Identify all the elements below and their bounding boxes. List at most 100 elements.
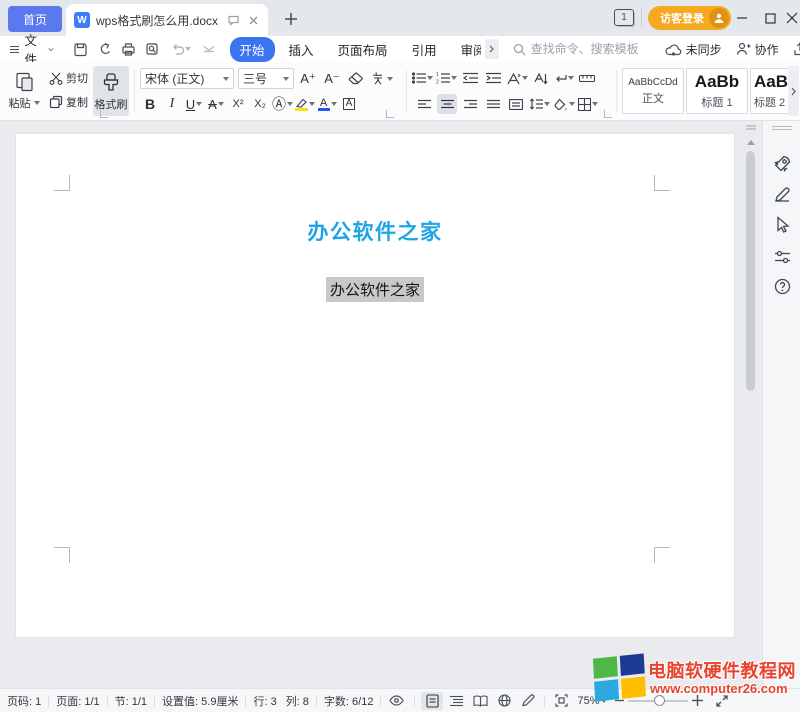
- command-search[interactable]: [513, 42, 659, 56]
- select-tool-button[interactable]: [773, 215, 792, 234]
- file-menu-button[interactable]: 文件: [0, 36, 62, 62]
- zoom-caret-icon[interactable]: [601, 699, 607, 703]
- zoom-slider[interactable]: [628, 700, 688, 702]
- underline-button[interactable]: U: [184, 94, 204, 114]
- increase-indent-button[interactable]: [483, 68, 503, 88]
- scroll-up-button[interactable]: [743, 135, 758, 149]
- clear-format-button[interactable]: [346, 69, 366, 89]
- document-canvas[interactable]: 办公软件之家 办公软件之家: [0, 121, 800, 688]
- cut-button[interactable]: 剪切: [46, 69, 91, 87]
- superscript-button[interactable]: X²: [228, 94, 248, 114]
- save-button[interactable]: [70, 39, 92, 59]
- shading-button[interactable]: [553, 94, 575, 114]
- status-page-count[interactable]: 页面: 1/1: [49, 693, 106, 709]
- distribute-button[interactable]: [506, 94, 526, 114]
- styles-gallery-more-button[interactable]: [788, 66, 799, 116]
- selected-text[interactable]: 办公软件之家: [326, 277, 424, 302]
- document-page[interactable]: 办公软件之家 办公软件之家: [16, 134, 734, 637]
- help-button[interactable]: [773, 277, 792, 296]
- fullscreen-button[interactable]: [711, 692, 733, 710]
- close-window-button[interactable]: [784, 4, 800, 32]
- minimize-button[interactable]: [728, 4, 756, 32]
- command-search-input[interactable]: [531, 42, 659, 56]
- line-spacing-button[interactable]: [529, 94, 550, 114]
- numbered-list-button[interactable]: 12: [436, 68, 457, 88]
- style-heading1[interactable]: AaBb 标题 1: [686, 68, 748, 114]
- sidebar-handle[interactable]: [772, 126, 792, 130]
- tab-comment-icon[interactable]: [226, 13, 240, 27]
- new-tab-button[interactable]: [280, 8, 302, 30]
- strikethrough-button[interactable]: A: [206, 94, 226, 114]
- window-count-badge[interactable]: 1: [614, 9, 634, 26]
- eye-protection-button[interactable]: [385, 692, 407, 710]
- export-pdf-button[interactable]: [94, 39, 116, 59]
- justify-button[interactable]: [483, 94, 503, 114]
- style-heading2[interactable]: AaBb 标题 2: [750, 68, 792, 114]
- italic-button[interactable]: I: [162, 94, 182, 114]
- text-effects-button[interactable]: [506, 68, 528, 88]
- copy-button[interactable]: 复制: [46, 93, 91, 111]
- bullet-list-button[interactable]: [412, 68, 433, 88]
- clipboard-dialog-launcher[interactable]: [100, 110, 108, 118]
- paragraph-dialog-launcher[interactable]: [604, 110, 612, 118]
- align-center-button[interactable]: [437, 94, 457, 114]
- status-word-count[interactable]: 字数: 6/12: [317, 693, 381, 709]
- grow-font-button[interactable]: A⁺: [298, 69, 318, 89]
- phonetic-guide-button[interactable]: [370, 69, 393, 89]
- tab-home[interactable]: 开始: [230, 37, 275, 62]
- tab-insert[interactable]: 插入: [279, 37, 324, 62]
- zoom-level-value[interactable]: 75%: [573, 695, 601, 707]
- print-button[interactable]: [118, 39, 140, 59]
- font-size-combo[interactable]: 三号: [238, 68, 294, 89]
- ruler-button[interactable]: [577, 68, 597, 88]
- maximize-button[interactable]: [756, 4, 784, 32]
- guest-login-button[interactable]: 访客登录: [648, 6, 731, 30]
- tab-close-icon[interactable]: [246, 13, 260, 27]
- format-painter-button[interactable]: 格式刷: [93, 66, 129, 116]
- read-view-button[interactable]: [469, 692, 491, 710]
- wrap-marks-button[interactable]: [554, 68, 574, 88]
- ink-view-button[interactable]: [517, 692, 539, 710]
- settings-button[interactable]: [773, 247, 792, 266]
- document-tab[interactable]: W wps格式刷怎么用.docx: [66, 4, 268, 36]
- paste-button[interactable]: 粘贴: [6, 66, 42, 116]
- ruler-toggle-button[interactable]: [743, 122, 758, 134]
- annotate-button[interactable]: [773, 185, 792, 204]
- align-right-button[interactable]: [460, 94, 480, 114]
- outline-view-button[interactable]: [445, 692, 467, 710]
- undo-button[interactable]: [166, 39, 196, 59]
- zoom-in-button[interactable]: [692, 695, 703, 706]
- redo-button[interactable]: [198, 39, 220, 59]
- status-setting[interactable]: 设置值: 5.9厘米: [155, 693, 245, 709]
- zoom-out-button[interactable]: [615, 696, 624, 705]
- status-page-number[interactable]: 页码: 1: [0, 693, 48, 709]
- status-section[interactable]: 节: 1/1: [108, 693, 154, 709]
- font-color-button[interactable]: A: [317, 94, 337, 114]
- fit-page-button[interactable]: [550, 692, 572, 710]
- text-direction-button[interactable]: [531, 68, 551, 88]
- shrink-font-button[interactable]: A⁻: [322, 69, 342, 89]
- borders-button[interactable]: [578, 94, 598, 114]
- zoom-slider-thumb[interactable]: [654, 695, 665, 706]
- font-name-combo[interactable]: 宋体 (正文): [140, 68, 234, 89]
- font-dialog-launcher[interactable]: [386, 110, 394, 118]
- share-button[interactable]: 分享: [787, 38, 800, 61]
- tab-references[interactable]: 引用: [402, 37, 447, 62]
- character-border-button[interactable]: A: [339, 94, 359, 114]
- enclose-character-button[interactable]: Ⓐ: [272, 94, 293, 114]
- home-tab-button[interactable]: 首页: [8, 6, 62, 32]
- page-view-button[interactable]: [421, 692, 443, 710]
- tabs-overflow-button[interactable]: [485, 39, 499, 59]
- web-view-button[interactable]: [493, 692, 515, 710]
- bold-button[interactable]: B: [140, 94, 160, 114]
- print-preview-button[interactable]: [142, 39, 164, 59]
- sync-status-button[interactable]: 未同步: [659, 38, 728, 61]
- align-left-button[interactable]: [414, 94, 434, 114]
- collaborate-button[interactable]: 协作: [730, 38, 785, 61]
- highlight-color-button[interactable]: [295, 94, 315, 114]
- quick-tools-button[interactable]: [773, 153, 792, 172]
- tab-page-layout[interactable]: 页面布局: [328, 37, 398, 62]
- style-normal[interactable]: AaBbCcDd 正文: [622, 68, 684, 114]
- vertical-scrollbar[interactable]: [746, 151, 755, 391]
- subscript-button[interactable]: X₂: [250, 94, 270, 114]
